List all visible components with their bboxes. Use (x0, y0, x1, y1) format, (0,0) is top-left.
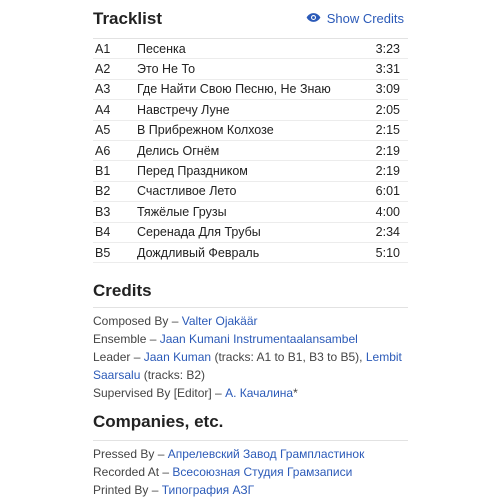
track-position: A3 (95, 82, 111, 97)
show-credits-button[interactable]: Show Credits (306, 11, 404, 26)
release-details: Tracklist Show Credits A1 Песенка 3:23 A2 Эт… (93, 0, 408, 499)
track-duration: 2:19 (375, 143, 400, 158)
track-title: Дождливый Февраль (137, 245, 260, 260)
credit-suffix: * (293, 386, 298, 401)
credit-note: (tracks: A1 to B1, B3 to B5), (211, 350, 366, 365)
credit-role: Ensemble – (93, 332, 160, 347)
company-link[interactable]: Всесоюзная Студия Грамзаписи (172, 465, 352, 479)
track-title: Тяжёлые Грузы (137, 204, 227, 219)
track-row: A5 В Прибрежном Колхозе 2:15 (93, 121, 408, 141)
track-position: B2 (95, 184, 111, 199)
credit-artist-link[interactable]: Jaan Kumani Instrumentaalansambel (160, 332, 358, 346)
company-pressed: Pressed By – Апрелевский Завод Грампласт… (93, 445, 408, 463)
track-title: Песенка (137, 41, 186, 56)
company-role: Recorded At – (93, 465, 173, 480)
credit-role: Leader – (93, 350, 144, 365)
track-title: Перед Праздником (137, 164, 248, 179)
company-link[interactable]: Типография АЗГ (162, 483, 254, 497)
companies-divider (93, 440, 408, 442)
track-duration: 2:15 (375, 123, 400, 138)
track-duration: 2:19 (375, 164, 400, 179)
track-position: A5 (95, 123, 111, 138)
company-printed: Printed By – Типография АЗГ (93, 481, 408, 499)
credit-artist-link[interactable]: А. Качалина (225, 386, 293, 400)
track-row: A1 Песенка 3:23 (93, 39, 408, 60)
credit-supervised: Supervised By [Editor] – А. Качалина* (93, 384, 408, 402)
company-link[interactable]: Апрелевский Завод Грампластинок (168, 447, 365, 461)
track-row: A2 Это Не То 3:31 (93, 59, 408, 80)
track-row: B3 Тяжёлые Грузы 4:00 (93, 202, 408, 223)
eye-icon (306, 11, 321, 26)
credit-ensemble: Ensemble – Jaan Kumani Instrumentaalansa… (93, 330, 408, 348)
track-duration: 3:31 (375, 62, 400, 77)
track-duration: 6:01 (375, 184, 400, 199)
track-duration: 3:23 (375, 41, 400, 56)
track-position: B1 (95, 164, 111, 179)
track-duration: 2:34 (375, 225, 400, 240)
credit-role: Supervised By [Editor] – (93, 386, 226, 401)
company-recorded: Recorded At – Всесоюзная Студия Грамзапи… (93, 463, 408, 481)
credit-artist-link[interactable]: Valter Ojakäär (182, 314, 258, 328)
track-row: B1 Перед Праздником 2:19 (93, 161, 408, 182)
track-duration: 5:10 (375, 245, 400, 260)
track-title: Это Не То (137, 62, 196, 77)
track-position: A1 (95, 41, 111, 56)
company-role: Pressed By – (93, 447, 168, 462)
track-title: В Прибрежном Колхозе (137, 123, 274, 138)
track-title: Где Найти Свою Песню, Не Знаю (137, 82, 331, 97)
track-title: Навстречу Луне (137, 102, 230, 117)
credit-artist-link[interactable]: Jaan Kuman (144, 350, 211, 364)
credit-leader: Leader – Jaan Kuman (tracks: A1 to B1, B… (93, 348, 408, 384)
track-duration: 3:09 (375, 82, 400, 97)
track-row: B2 Счастливое Лето 6:01 (93, 182, 408, 203)
credits-header: Credits (93, 263, 408, 307)
track-duration: 2:05 (375, 102, 400, 117)
track-row: A6 Делись Огнём 2:19 (93, 141, 408, 162)
tracklist-table: A1 Песенка 3:23 A2 Это Не То 3:31 A3 Где Найти … (93, 38, 408, 264)
track-position: B5 (95, 245, 111, 260)
track-position: A4 (95, 102, 111, 117)
track-position: A2 (95, 62, 111, 77)
tracklist-heading: Tracklist (93, 9, 162, 28)
credit-artist-link[interactable]: Lembit (366, 350, 402, 364)
track-position: A6 (95, 143, 111, 158)
credit-note: (tracks: B2) (140, 368, 206, 383)
credit-composed: Composed By – Valter Ojakäär (93, 312, 408, 330)
track-row: B5 Дождливый Февраль 5:10 (93, 243, 408, 264)
track-title: Серенада Для Трубы (137, 225, 261, 240)
credit-role: Composed By – (93, 314, 182, 329)
companies-header: Companies, etc. (93, 402, 408, 440)
track-position: B4 (95, 225, 111, 240)
credits-divider (93, 307, 408, 309)
track-title: Счастливое Лето (137, 184, 237, 199)
credit-artist-link[interactable]: Saarsalu (93, 368, 140, 382)
company-role: Printed By – (93, 483, 162, 498)
track-row: B4 Серенада Для Трубы 2:34 (93, 223, 408, 243)
track-row: A4 Навстречу Луне 2:05 (93, 100, 408, 121)
track-position: B3 (95, 204, 111, 219)
track-duration: 4:00 (375, 204, 400, 219)
tracklist-header: Tracklist Show Credits (93, 0, 408, 38)
track-title: Делись Огнём (137, 143, 220, 158)
companies-heading: Companies, etc. (93, 412, 224, 432)
show-credits-label: Show Credits (326, 11, 404, 26)
track-row: A3 Где Найти Свою Песню, Не Знаю 3:09 (93, 80, 408, 101)
credits-heading: Credits (93, 281, 152, 301)
